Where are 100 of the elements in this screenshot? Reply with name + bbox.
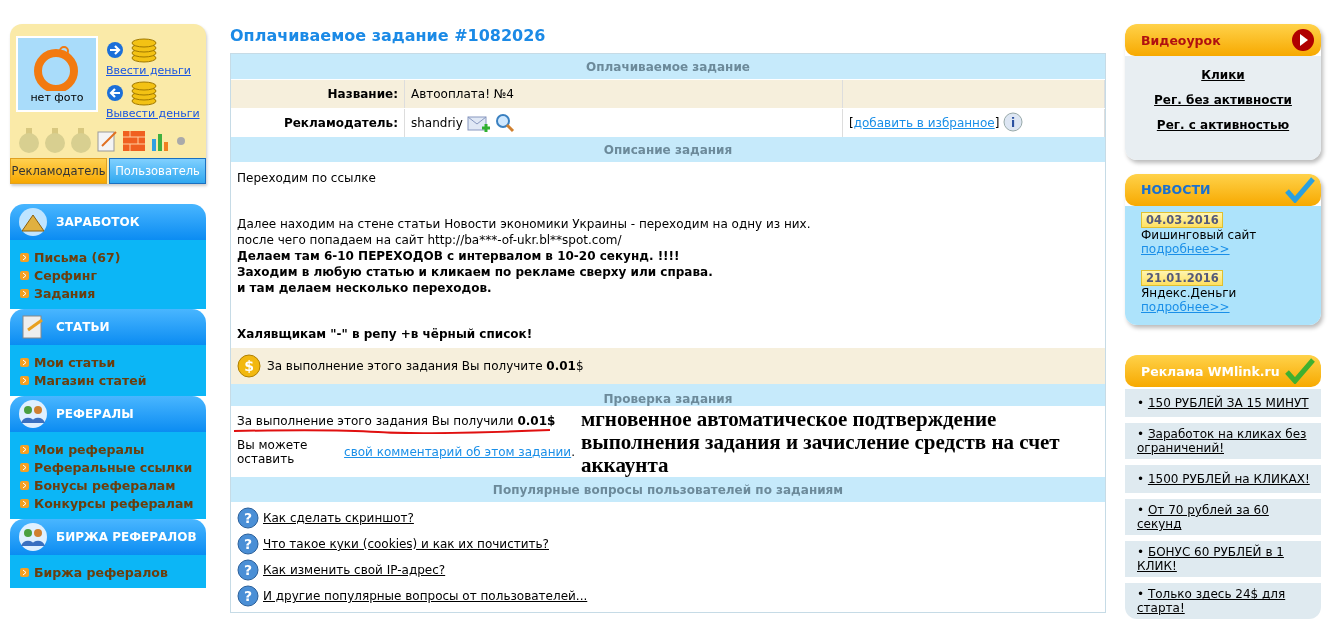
menu-section-header[interactable]: РЕФЕРАЛЫ — [10, 396, 206, 432]
medal-icon — [18, 128, 40, 154]
medal-icon — [44, 128, 66, 154]
faq-link[interactable]: Что такое куки (cookies) и как их почистить? — [263, 537, 549, 551]
description-text: Переходим по ссылке — [237, 170, 377, 186]
search-icon[interactable] — [494, 113, 515, 133]
comment-link[interactable]: свой комментарий об этом задании — [344, 445, 572, 459]
faq-link[interactable]: И другие популярные вопросы от пользователей... — [263, 589, 588, 603]
help-icon: ? — [237, 507, 259, 529]
read-more-link[interactable]: подробнее>> — [1141, 299, 1230, 314]
bullet-icon — [20, 481, 29, 490]
people-icon — [18, 399, 48, 429]
menu-link[interactable]: Магазин статей — [20, 373, 196, 388]
news-title: Яндекс.Деньги — [1141, 285, 1237, 300]
role-tab[interactable]: Пользователь — [109, 158, 206, 184]
description-text: Халявщикам "-" в репу +в чёрный список! — [237, 326, 534, 342]
faq-link[interactable]: Как изменить свой IP-адрес? — [263, 563, 446, 577]
bullet-icon — [20, 499, 29, 508]
section-header: Популярные вопросы пользователей по заданиям — [231, 477, 1105, 502]
section-header: Описание задания — [231, 137, 1105, 162]
section-header: Оплачиваемое задание — [231, 54, 1105, 79]
menu-section-title: СТАТЬИ — [56, 320, 110, 334]
checkmark-icon — [1285, 358, 1315, 385]
bullet-icon — [20, 376, 29, 385]
menu-link[interactable]: Реферальные ссылки — [20, 460, 196, 475]
card-title: Реклама WMlink.ru — [1141, 363, 1280, 379]
menu-section-title: РЕФЕРАЛЫ — [56, 407, 134, 421]
video-link[interactable]: Рег. без активности — [1154, 93, 1292, 107]
bullet-icon — [20, 568, 29, 577]
medal-icon — [70, 128, 92, 154]
menu-link[interactable]: Мои рефералы — [20, 442, 196, 457]
people-icon — [18, 522, 48, 552]
reward-text: За выполнение этого задания Вы получите 0.01$ — [267, 359, 584, 373]
menu-section-title: БИРЖА РЕФЕРАЛОВ — [56, 530, 197, 544]
bullet-icon — [20, 463, 29, 472]
comment-text: Вы можете оставить — [237, 438, 309, 466]
field-label: Название: — [327, 87, 398, 101]
news-date: 21.01.2016 — [1141, 269, 1223, 286]
help-icon: ? — [237, 585, 259, 607]
notepad-icon[interactable] — [96, 129, 118, 153]
bullet-icon — [20, 358, 29, 367]
help-icon: ? — [237, 533, 259, 555]
menu-link[interactable]: Бонусы рефералам — [20, 478, 196, 493]
description-text: Делаем там 6-10 ПЕРЕХОДОВ с интервалом в 10-20 секунд. !!!! — [237, 248, 681, 264]
ad-text: • Только здесь 24$ для старта! — [1137, 587, 1287, 616]
mail-add-icon[interactable] — [466, 113, 491, 133]
info-icon[interactable]: i — [1003, 112, 1024, 134]
section-header: Проверка задания — [231, 384, 1105, 406]
description-text: после чего попадаем на сайт http://ba***-of-ukr.bl**spot.com/ — [237, 232, 623, 248]
video-link[interactable]: Рег. с активностью — [1156, 118, 1290, 132]
menu-section-header[interactable]: ЗАРАБОТОК — [10, 204, 206, 240]
bullet-icon — [20, 445, 29, 454]
left-arrow-icon — [106, 84, 124, 102]
annotation-text: мгновенное автоматическое подтверждение выполнения задания и зачисление средств на счет аккаунта — [581, 408, 1061, 477]
menu-link[interactable]: Письма (67) — [20, 250, 196, 265]
menu-section-title: ЗАРАБОТОК — [56, 215, 140, 229]
description-text: Заходим в любую статью и кликаем по рекламе сверху или справа. — [237, 264, 714, 280]
brick-wall-icon[interactable] — [122, 129, 146, 153]
card-title: НОВОСТИ — [1141, 182, 1211, 198]
deposit-link[interactable]: Ввести деньги — [106, 64, 200, 77]
checkmark-icon — [1285, 176, 1315, 203]
description-text: и там делаем несколько переходов. — [237, 280, 493, 296]
ad-text: • От 70 рублей за 60 секунд — [1137, 503, 1270, 532]
page-title: Оплачиваемое задание #1082026 — [230, 26, 547, 45]
card-title: Видеоурок — [1141, 32, 1221, 48]
received-text: За выполнение этого задания Вы получили 0.01$ — [237, 414, 556, 428]
news-title: Фишинговый сайт — [1141, 227, 1257, 242]
read-more-link[interactable]: подробнее>> — [1141, 241, 1230, 256]
ad-text: • БОНУС 60 РУБЛЕЙ в 1 КЛИК! — [1137, 545, 1285, 574]
withdraw-link[interactable]: Вывести деньги — [106, 107, 200, 120]
play-icon[interactable] — [1291, 28, 1315, 52]
news-date: 04.03.2016 — [1141, 211, 1223, 228]
pyramid-icon — [18, 207, 48, 237]
bracket: [ — [849, 116, 854, 130]
faq-link[interactable]: Как сделать скриншот? — [263, 511, 414, 525]
role-tab[interactable]: Рекламодатель — [10, 158, 107, 184]
menu-link[interactable]: Биржа рефералов — [20, 565, 196, 580]
right-arrow-icon — [106, 41, 124, 59]
task-name: Автооплата! №4 — [411, 87, 514, 101]
menu-link[interactable]: Серфинг — [20, 268, 196, 283]
help-icon: ? — [237, 559, 259, 581]
menu-section-header[interactable]: БИРЖА РЕФЕРАЛОВ — [10, 519, 206, 555]
period: . — [571, 445, 575, 459]
no-photo-label: нет фото — [30, 91, 84, 104]
ad-text: • Заработок на кликах без ограничений! — [1137, 427, 1308, 456]
dollar-coin-icon: $ — [237, 354, 261, 378]
menu-section-header[interactable]: СТАТЬИ — [10, 309, 206, 345]
add-to-favorites-link[interactable]: добавить в избранное — [853, 116, 995, 130]
bracket: ] — [994, 116, 1000, 130]
advertiser-name: shandriy — [411, 116, 463, 130]
ad-text: • 150 РУБЛЕЙ ЗА 15 МИНУТ — [1137, 396, 1309, 411]
description-text: Далее находим на стене статьи Новости экономики Украины - переходим на одну из них. — [237, 216, 812, 232]
bullet-icon — [20, 289, 29, 298]
menu-link[interactable]: Задания — [20, 286, 196, 301]
bullet-icon — [20, 253, 29, 262]
ad-text: • 1500 РУБЛЕЙ на КЛИКАХ! — [1137, 472, 1310, 487]
menu-link[interactable]: Мои статьи — [20, 355, 196, 370]
video-link[interactable]: Клики — [1201, 68, 1245, 82]
field-label: Рекламодатель: — [283, 116, 398, 130]
menu-link[interactable]: Конкурсы рефералам — [20, 496, 196, 511]
